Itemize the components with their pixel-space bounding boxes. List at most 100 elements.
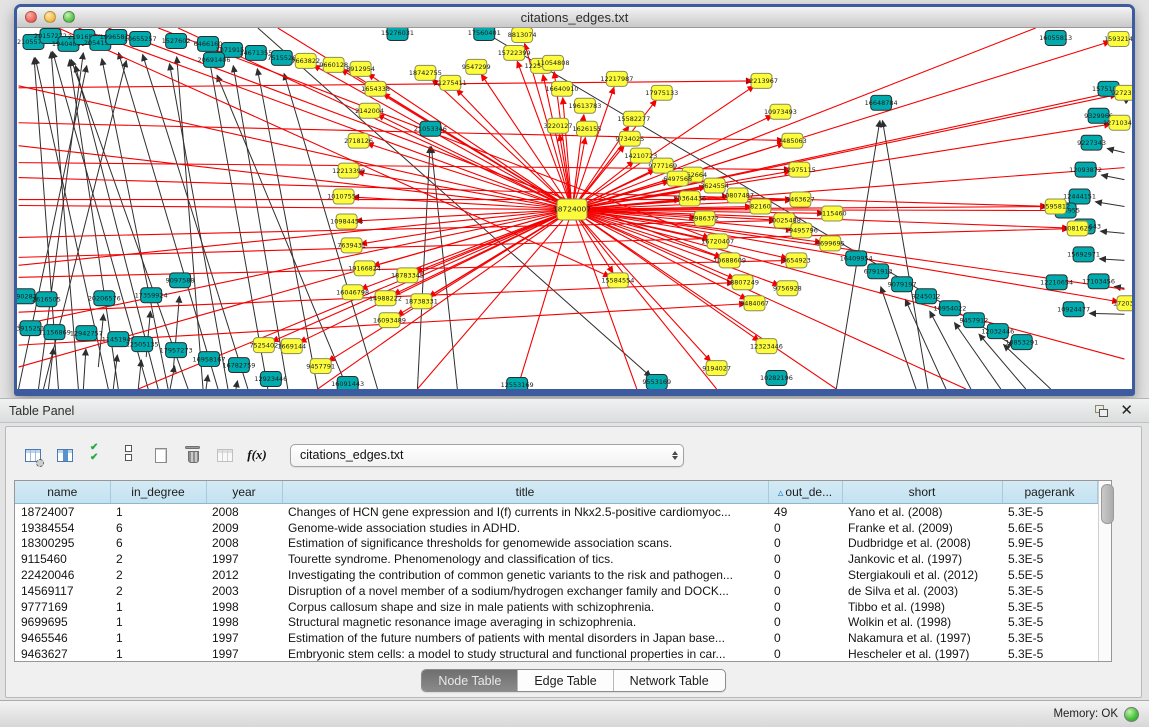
graph-node[interactable]: 9227343 [1077, 135, 1106, 150]
column-header-out-de-[interactable]: ▵out_de... [768, 481, 842, 504]
table-row[interactable]: 946362711997Embryonic stem cells: a mode… [15, 646, 1097, 662]
graph-node[interactable]: 12210654 [1040, 275, 1073, 290]
function-builder-icon[interactable] [244, 443, 270, 467]
graph-node[interactable]: 9756928 [773, 281, 802, 296]
graph-node[interactable]: 17957273 [160, 343, 193, 358]
graph-node[interactable]: 15276031 [381, 28, 414, 40]
graph-node[interactable]: 9245012 [912, 289, 941, 304]
graph-node[interactable]: 11275411 [434, 75, 467, 90]
delete-table-icon[interactable] [212, 443, 238, 467]
graph-node[interactable]: 16093489 [373, 313, 406, 328]
graph-node[interactable]: 10984458 [330, 214, 363, 229]
row-checks-icon[interactable] [84, 443, 110, 467]
table-row[interactable]: 977716911998Corpus callosum shape and si… [15, 599, 1097, 615]
graph-node[interactable]: 1654338 [361, 81, 390, 96]
graph-node[interactable]: 9660128 [319, 57, 348, 72]
graph-node[interactable]: 12323446 [750, 339, 783, 354]
zoom-window-button[interactable] [63, 11, 75, 23]
citation-graph[interactable]: 2105572420157272194040612191653620541576… [17, 28, 1132, 389]
graph-node[interactable]: 18724007 [553, 199, 591, 220]
graph-node[interactable]: 12553169 [501, 378, 534, 389]
graph-node[interactable]: 9079197 [888, 277, 917, 292]
graph-node[interactable]: 12093872 [1069, 162, 1102, 177]
graph-node[interactable]: 10853291 [1005, 335, 1038, 350]
graph-node[interactable]: 7986372 [690, 211, 719, 226]
window-titlebar[interactable]: citations_edges.txt [17, 7, 1132, 28]
column-header-name[interactable]: name [15, 481, 110, 504]
delete-column-icon[interactable] [180, 443, 206, 467]
graph-node[interactable]: 1593214 [1104, 31, 1132, 46]
column-header-in-degree[interactable]: in_degree [110, 481, 206, 504]
graph-node[interactable]: 9484067 [740, 296, 769, 311]
graph-node[interactable]: 9699695 [816, 236, 845, 251]
graph-node[interactable]: 82160 [750, 199, 771, 214]
graph-node[interactable]: 16055813 [1039, 30, 1072, 45]
close-panel-icon[interactable]: ✕ [1120, 405, 1133, 417]
graph-node[interactable]: 8813074 [508, 28, 537, 42]
table-row[interactable]: 1872400712008Changes of HCN gene express… [15, 504, 1097, 520]
graph-node[interactable]: 17103456 [1082, 274, 1115, 289]
graph-node[interactable]: 18783345 [391, 268, 424, 283]
graph-node[interactable]: 16782759 [222, 358, 255, 373]
table-row[interactable]: 969969511998Structural magnetic resonanc… [15, 615, 1097, 631]
stacked-rows-icon[interactable] [116, 443, 142, 467]
minimize-window-button[interactable] [44, 11, 56, 23]
graph-node[interactable]: 12217987 [600, 71, 633, 86]
float-panel-icon[interactable] [1095, 405, 1108, 417]
graph-node[interactable]: 16648784 [865, 95, 898, 110]
graph-node[interactable]: 2616505 [32, 292, 61, 307]
graph-node[interactable]: 10954022 [933, 301, 966, 316]
graph-node[interactable]: 2142004 [355, 103, 384, 118]
graph-node[interactable]: 10282196 [760, 371, 793, 386]
graph-node[interactable]: 9553169 [642, 375, 671, 389]
tab-network-table[interactable]: Network Table [614, 670, 725, 691]
table-row[interactable]: 2242004622012Investigating the contribut… [15, 567, 1097, 583]
table-options-icon[interactable] [20, 443, 46, 467]
column-header-title[interactable]: title [282, 481, 768, 504]
graph-node[interactable]: 9654923 [782, 253, 811, 268]
graph-node[interactable]: 19166824 [348, 261, 381, 276]
close-window-button[interactable] [25, 11, 37, 23]
graph-node[interactable]: 19613783 [569, 98, 602, 113]
graph-node[interactable]: 9457791 [306, 359, 335, 374]
vertical-scrollbar[interactable] [1098, 481, 1112, 661]
graph-node[interactable]: 10107554 [327, 189, 360, 204]
graph-node[interactable]: 7525402 [249, 338, 278, 353]
graph-node[interactable]: 8912954 [346, 61, 375, 76]
column-header-short[interactable]: short [842, 481, 1002, 504]
graph-node[interactable]: 1626155 [573, 121, 602, 136]
graph-node[interactable]: 17359924 [135, 288, 168, 303]
graph-node[interactable]: 12942757 [70, 326, 103, 341]
graph-node[interactable]: 9097588 [166, 273, 195, 288]
show-columns-icon[interactable] [52, 443, 78, 467]
graph-node[interactable]: 10807487 [721, 188, 754, 203]
graph-node[interactable]: 9547299 [462, 59, 491, 74]
tab-edge-table[interactable]: Edge Table [518, 670, 613, 691]
graph-node[interactable]: 15692971 [1067, 247, 1100, 262]
graph-node[interactable]: 12213967 [745, 73, 778, 88]
graph-node[interactable]: 1595812 [1041, 199, 1070, 214]
graph-node[interactable]: 6791913 [864, 264, 893, 279]
graph-node[interactable]: 16409954 [840, 251, 873, 266]
graph-node[interactable]: 7639431 [337, 238, 366, 253]
scrollbar-thumb[interactable] [1101, 484, 1114, 524]
graph-node[interactable]: 9463627 [786, 192, 815, 207]
new-column-icon[interactable] [148, 443, 174, 467]
graph-node[interactable]: 7663822 [291, 53, 320, 68]
graph-node[interactable]: 1669144 [277, 339, 306, 354]
network-canvas[interactable]: 2105572420157272194040612191653620541576… [17, 28, 1132, 389]
graph-node[interactable]: 9115460 [818, 206, 847, 221]
graph-node[interactable]: 17975133 [645, 85, 678, 100]
table-row[interactable]: 946554611997Estimation of the future num… [15, 630, 1097, 646]
graph-node[interactable]: 2718126 [344, 133, 373, 148]
graph-node[interactable]: 12032446 [981, 324, 1014, 339]
graph-node[interactable]: 9457912 [959, 313, 988, 328]
table-selector-dropdown[interactable]: citations_edges.txt [290, 444, 684, 467]
graph-node[interactable]: 12923446 [254, 372, 287, 387]
graph-node[interactable]: 9194027 [702, 361, 731, 376]
graph-node[interactable]: 3220127 [544, 118, 573, 133]
table-row[interactable]: 911546021997Tourette syndrome. Phenomeno… [15, 551, 1097, 567]
column-header-year[interactable]: year [206, 481, 282, 504]
graph-node[interactable]: 16091443 [331, 377, 364, 389]
graph-node[interactable]: 16640910 [546, 81, 579, 96]
